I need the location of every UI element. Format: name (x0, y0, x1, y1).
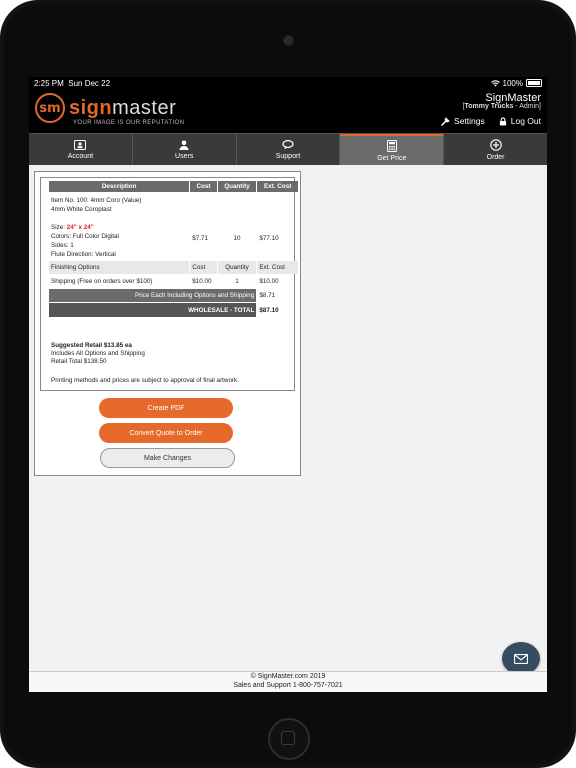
item-flute: Flute Direction: Vertical (51, 251, 116, 258)
finishing-label: Finishing Options (49, 261, 190, 274)
make-changes-button[interactable]: Make Changes (100, 448, 235, 468)
item-description: Item No. 100: 4mm Coro (Value) 4mm White… (49, 193, 189, 260)
retail-line1: Includes All Options and Shipping (51, 350, 145, 357)
wholesale-value: $87.10 (259, 306, 279, 314)
finishing-ext-header: Ext. Cost (257, 261, 298, 274)
users-icon (178, 140, 190, 150)
settings-link[interactable]: Settings (441, 116, 485, 126)
status-bar: 2:25 PM Sun Dec 22 100% (29, 77, 547, 89)
quote-card: Description Cost Quantity Ext. Cost Item… (34, 171, 301, 476)
retail-heading: Suggested Retail $13.85 ea (51, 342, 132, 349)
brand-tagline: YOUR IMAGE IS OUR REPUTATION (73, 120, 185, 126)
shipping-row: Shipping (Free on orders over $100) $10.… (49, 275, 298, 288)
finishing-cost-header: Cost (190, 261, 217, 274)
quote-details: Description Cost Quantity Ext. Cost Item… (40, 177, 298, 391)
col-quantity: Quantity (217, 181, 257, 192)
create-pdf-button[interactable]: Create PDF (99, 398, 233, 418)
item-ext-cost: $77.10 (259, 234, 279, 242)
logo-badge-icon: sm (35, 93, 65, 123)
support-phone[interactable]: Sales and Support 1-800-757-7021 (29, 682, 547, 691)
status-time: 2:25 PM (34, 78, 64, 88)
price-each-value: $8.71 (259, 292, 276, 299)
account-icon (74, 139, 87, 150)
quote-header-row: Description Cost Quantity Ext. Cost (49, 181, 298, 192)
finishing-qty-header: Quantity (217, 261, 257, 274)
wholesale-row: WHOLESALE - TOTAL $87.10 (49, 303, 298, 317)
size-label: Size: (51, 224, 65, 231)
page-footer: © SignMaster.com 2019 Sales and Support … (29, 671, 547, 692)
calculator-icon (386, 139, 397, 152)
nav-label: Support (275, 152, 301, 160)
finishing-header-row: Finishing Options Cost Quantity Ext. Cos… (49, 261, 298, 274)
app-screen: 2:25 PM Sun Dec 22 100% sm signmaster YO… (29, 77, 547, 692)
user-name: Tommy Trucks (464, 103, 514, 110)
nav-label: Get Price (377, 154, 407, 162)
logout-link[interactable]: Log Out (499, 116, 541, 126)
quote-table: Description Cost Quantity Ext. Cost Item… (48, 180, 299, 318)
nav-label: Account (67, 152, 94, 160)
logo-wordmark: signmaster (69, 98, 176, 118)
item-row: Item No. 100: 4mm Coro (Value) 4mm White… (49, 193, 298, 260)
item-line2: 4mm White Coroplast (51, 206, 112, 213)
item-size: Size: 24" x 24" (51, 223, 187, 232)
wholesale-label: WHOLESALE - TOTAL (49, 303, 257, 317)
price-each-label: Price Each Including Options and Shippin… (49, 289, 257, 302)
nav-label: Order (486, 153, 505, 161)
logout-label: Log Out (510, 116, 541, 126)
item-sides: Sides: 1 (51, 242, 74, 249)
item-quantity: 10 (233, 234, 241, 242)
size-value: 24" x 24" (66, 224, 94, 231)
support-icon (282, 139, 294, 150)
wifi-icon (490, 79, 500, 87)
item-line1: Item No. 100: 4mm Coro (Value) (51, 197, 142, 204)
battery-icon (526, 79, 542, 87)
main-nav: Account Users Support Get Price Order (29, 133, 547, 165)
lock-icon (499, 116, 506, 126)
item-colors: Colors: Full Color Digital (51, 233, 119, 240)
convert-to-order-button[interactable]: Convert Quote to Order (99, 423, 233, 443)
pricing-disclaimer: Printing methods and prices are subject … (51, 377, 239, 384)
retail-line2: Retail Total $138.50 (51, 358, 107, 365)
plus-circle-icon (489, 138, 502, 151)
shipping-quantity: 1 (235, 278, 239, 285)
shipping-ext-cost: $10.00 (259, 278, 279, 285)
account-links: Settings Log Out (441, 116, 541, 126)
tablet-frame: 2:25 PM Sun Dec 22 100% sm signmaster YO… (0, 0, 576, 768)
item-cost: $7.71 (192, 234, 209, 242)
suggested-retail: Suggested Retail $13.85 ea Includes All … (51, 342, 145, 366)
nav-users[interactable]: Users (133, 134, 237, 165)
current-user: [Tommy Trucks - Admin] (462, 103, 541, 110)
nav-account[interactable]: Account (29, 134, 133, 165)
nav-label: Users (175, 152, 194, 160)
price-each-row: Price Each Including Options and Shippin… (49, 289, 298, 302)
status-date: Sun Dec 22 (68, 78, 111, 88)
app-header: sm signmaster YOUR IMAGE IS OUR REPUTATI… (29, 89, 547, 133)
shipping-cost: $10.00 (192, 278, 212, 285)
logo-word-master: master (112, 97, 177, 119)
wrench-icon (441, 116, 450, 126)
nav-support[interactable]: Support (237, 134, 341, 165)
front-camera (284, 36, 293, 45)
battery-percent: 100% (502, 78, 523, 88)
copyright: © SignMaster.com 2019 (250, 673, 326, 680)
nav-get-price[interactable]: Get Price (340, 134, 445, 165)
col-description: Description (49, 181, 190, 192)
home-button[interactable] (268, 718, 310, 760)
col-ext-cost: Ext. Cost (257, 181, 298, 192)
nav-order[interactable]: Order (444, 134, 547, 165)
shipping-label: Shipping (Free on orders over $100) (51, 278, 153, 285)
user-role: - Admin (513, 103, 540, 110)
envelope-icon (514, 653, 528, 664)
logo-word-sign: sign (69, 97, 113, 119)
brand-logo[interactable]: sm signmaster (35, 93, 176, 123)
col-cost: Cost (190, 181, 217, 192)
settings-label: Settings (454, 116, 485, 126)
